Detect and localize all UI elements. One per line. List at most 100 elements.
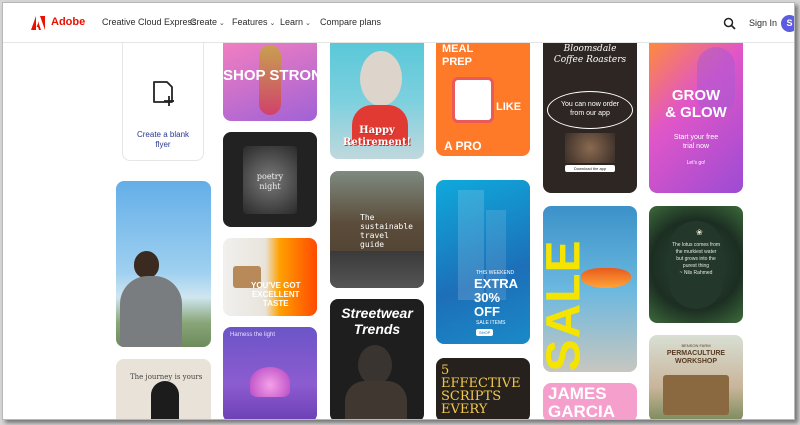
figure-head [134,251,159,278]
brand-name[interactable]: Adobe [51,16,85,28]
permaculture-small: BENSON FARM [681,343,711,348]
nav-link-create[interactable]: Create ⌄ [190,17,225,27]
nav-link-features[interactable]: Features ⌄ [232,17,275,27]
template-harness-light[interactable]: Harness the light [223,327,317,419]
template-poetry-night[interactable]: poetry night [223,132,317,227]
new-document-icon [153,81,174,106]
perma-line1: PERMACULTURE [666,350,726,357]
coffee-image [565,133,615,163]
extra-shop-button: SHOP [476,329,494,336]
taste-line3: TASTE [262,299,289,308]
sus-line1: The [360,213,375,222]
template-happy-retirement[interactable]: Happy Retirement! [330,43,424,159]
shop-strong-title: SHOP STRONG [223,67,317,84]
meal-line4: A PRO [444,139,482,153]
meal-line2: PREP [442,56,472,68]
chevron-down-icon: ⌄ [219,20,225,27]
lotus-l1: The lotus comes from [671,242,721,248]
sus-line3: travel [360,231,389,240]
template-excellent-taste[interactable]: YOU'VE GOT EXCELLENT TASTE [223,238,317,316]
retirement-line2: Retirement! [343,137,411,148]
extra-line1: EXTRA [474,276,519,291]
nav-link-learn-label: Learn [280,17,304,27]
poetry-line1: poetry [256,172,284,181]
poetry-line2: night [259,182,281,191]
streetwear-line2: Trends [353,321,401,337]
nav-link-create-label: Create [190,17,218,27]
sunglasses-image [581,268,631,288]
model-body [345,381,407,419]
create-blank-flyer-card[interactable]: Create a blank flyer [122,43,204,161]
grow-line1: GROW [671,87,721,104]
lotus-l3: but grows into the [676,256,716,262]
poetry-text: poetry night [223,172,317,192]
sus-line2: sustainable [360,222,413,231]
lotus-attr: ~ Nils Rahmed [679,270,713,276]
chevron-down-icon: ⌄ [305,20,311,27]
download-app-button: Download the app [565,165,615,172]
retirement-line1: Happy [359,125,395,136]
meal-prep-text: MEAL PREP [442,43,473,69]
extra-sub-text: SALE ITEMS [476,320,506,326]
grow-sub1: Start your free [673,134,719,141]
bloomsdale-title: Bloomsdale Coffee Roasters [543,44,637,66]
meal-line3: LIKE [496,101,522,113]
bloomsdale-body2: from our app [570,110,610,117]
streetwear-text: Streetwear Trends [330,305,424,337]
journey-text: The journey is yours [130,373,203,381]
sale-word: SALE [543,239,591,372]
search-icon[interactable] [723,17,736,30]
template-extra-30-off[interactable]: THIS WEEKEND EXTRA 30% OFF SALE ITEMS SHOP [436,180,530,344]
nav-link-learn[interactable]: Learn ⌄ [280,17,311,27]
create-blank-flyer-label: Create a blank flyer [123,130,203,150]
template-permaculture-workshop[interactable]: BENSON FARM PERMACULTURE WORKSHOP [649,335,743,419]
james-line1: JAMES [548,384,607,403]
bloomsdale-body1: You can now order [560,101,620,108]
avatar[interactable]: S [781,15,794,32]
blank-label-line2: flyer [155,140,171,149]
effective-line4: EVERY [441,402,488,417]
taste-line1: YOU'VE GOT [251,281,301,290]
template-journey[interactable]: The journey is yours [116,359,211,419]
template-meal-prep[interactable]: MEAL PREP LIKE A PRO [436,43,530,156]
lotus-l4: purest thing [682,263,710,269]
sus-line4: guide [360,240,385,249]
template-shop-strong[interactable]: SHOP STRONG [223,43,317,121]
grow-glow-text: GROW & GLOW [649,87,743,121]
nav-link-creative-cloud-express[interactable]: Creative Cloud Express [102,17,197,27]
template-effective-scripts[interactable]: 5 EFFECTIVE SCRIPTS EVERY [436,358,530,419]
grow-sub2: trial now [682,143,710,150]
template-bloomsdale-coffee[interactable]: Bloomsdale Coffee Roasters You can now or… [543,43,637,193]
template-grow-glow[interactable]: GROW & GLOW Start your free trial now Let'… [649,43,743,193]
grow-glow-sub: Start your free trial now [649,133,743,151]
bloomsdale-title1: Bloomsdale [563,44,617,54]
greenhouse-image [663,375,729,415]
permaculture-text: PERMACULTURE WORKSHOP [649,350,743,366]
template-lotus-quote[interactable]: ❀ The lotus comes from the murkiest water… [649,206,743,323]
effective-text: 5 EFFECTIVE SCRIPTS EVERY [441,364,521,416]
road [330,251,424,288]
template-man-mountain[interactable] [116,181,211,347]
perma-line2: WORKSHOP [675,358,717,365]
template-streetwear-trends[interactable]: Streetwear Trends [330,299,424,419]
model-head [358,345,392,385]
template-james-garcia[interactable]: JAMES GARCIA [543,383,637,419]
extra-off-text: EXTRA 30% OFF [474,277,518,319]
grow-glow-cta: Let's go! [686,160,706,166]
blank-label-line1: Create a blank [136,130,190,139]
lotus-quote-text: The lotus comes from the murkiest water bu… [649,242,743,277]
nav-link-features-label: Features [232,17,268,27]
browser-window: Adobe Creative Cloud Express Create ⌄ Fea… [2,2,795,420]
extra-line2: 30% [474,290,501,305]
template-sale-sunglasses[interactable]: SALE [543,206,637,372]
adobe-logo-icon[interactable] [31,16,45,30]
lotus-l2: the murkiest water [675,249,717,255]
nav-link-compare-plans[interactable]: Compare plans [320,17,381,27]
lotus-icon: ❀ [696,228,703,237]
sign-in-link[interactable]: Sign In [749,18,777,28]
template-sustainable-travel[interactable]: The sustainable travel guide [330,171,424,288]
harness-text: Harness the light [230,332,276,338]
meal-box-image [452,77,494,123]
woman-portrait [360,51,402,106]
figure-body [120,276,182,347]
